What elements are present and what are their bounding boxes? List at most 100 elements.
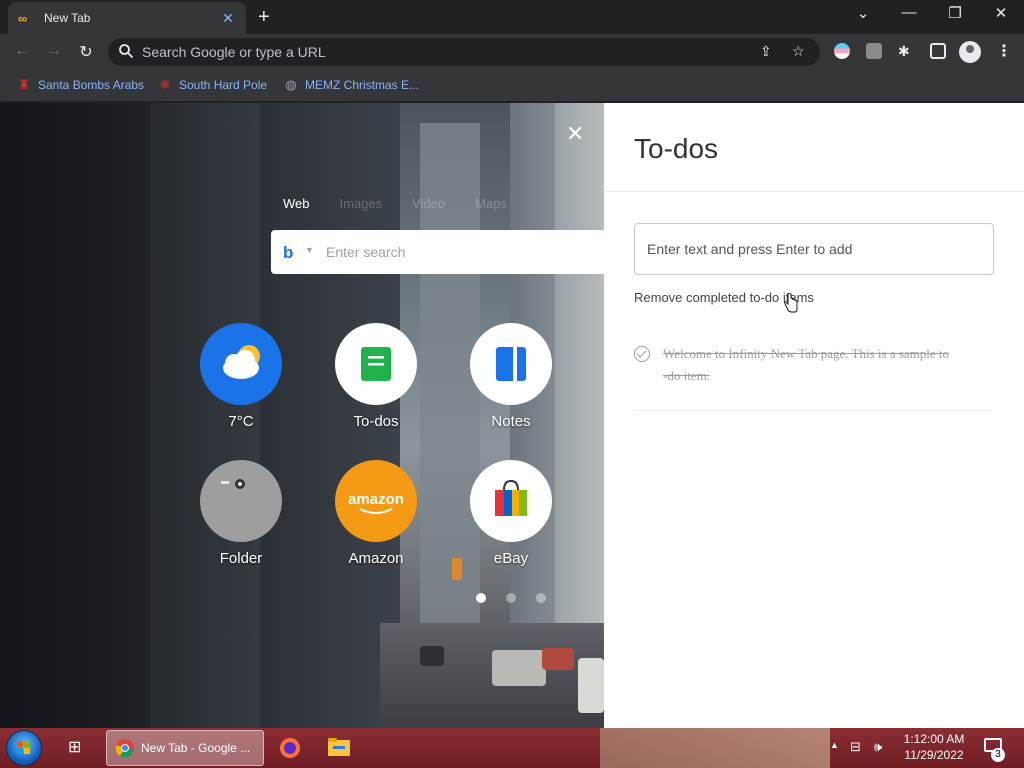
amazon-icon: amazon — [335, 460, 417, 542]
chrome-icon — [115, 739, 134, 758]
task-view-icon[interactable]: ⊞ — [68, 737, 81, 757]
new-tab-page: ✕ Web Images Video Maps b ▼ 7°C — [0, 103, 604, 728]
folder-icon — [200, 460, 282, 542]
file-explorer-icon[interactable] — [328, 738, 350, 756]
share-icon[interactable]: ⇪ — [760, 43, 772, 60]
ebay-bag-icon — [470, 460, 552, 542]
app-todos[interactable]: To-dos — [335, 323, 417, 430]
app-weather[interactable]: 7°C — [200, 323, 282, 430]
amazon-logo-text: amazon — [348, 491, 404, 508]
s-extension-icon[interactable] — [866, 43, 882, 59]
santa-icon: ♜ — [18, 77, 30, 92]
traffic-light — [452, 558, 462, 580]
windows-logo-icon — [17, 741, 30, 754]
notes-icon — [470, 323, 552, 405]
checkbox-checked-icon[interactable] — [634, 346, 650, 362]
todo-item-text: Welcome to Infinity New Tab page. This i… — [663, 346, 950, 383]
minimize-button[interactable]: — — [897, 4, 921, 21]
bookmark-label: Santa Bombs Arabs — [38, 78, 145, 92]
notes-label: Notes — [491, 413, 531, 430]
hand-cursor-icon — [784, 293, 798, 313]
page-dot-active[interactable] — [476, 593, 486, 603]
taskbar-window-label: New Tab - Google ... — [141, 741, 251, 755]
reload-button[interactable]: ↻ — [76, 42, 96, 62]
profile-avatar-icon[interactable] — [959, 41, 981, 63]
network-icon[interactable]: ⊟ — [850, 739, 861, 755]
volume-icon[interactable]: 🕪 — [874, 739, 882, 755]
flag-extension-icon[interactable] — [834, 43, 850, 59]
app-folder[interactable]: Folder — [200, 460, 282, 567]
search-type-tabs: Web Images Video Maps — [283, 196, 537, 211]
background-car — [578, 658, 604, 713]
restore-button[interactable]: ❐ — [943, 4, 967, 22]
bookmark-label: South Hard Pole — [179, 78, 268, 92]
bing-icon[interactable]: b — [283, 243, 293, 263]
close-tab-icon[interactable]: ✕ — [220, 10, 236, 27]
taskbar: ⊞ New Tab - Google ... ▲ ⊟ 🕪 1:12:00 AM … — [0, 728, 1024, 768]
todo-input[interactable] — [634, 223, 994, 275]
tab-search-icon[interactable]: ⌄ — [851, 4, 875, 22]
weather-label: 7°C — [228, 413, 254, 430]
close-window-button[interactable]: ✕ — [989, 4, 1013, 22]
close-icon[interactable]: ✕ — [566, 121, 584, 147]
extensions-puzzle-icon[interactable]: ✱ — [898, 43, 910, 60]
system-clock[interactable]: 1:12:00 AM 11/29/2022 — [898, 731, 970, 763]
search-bar: b ▼ — [271, 230, 604, 274]
side-panel-icon[interactable] — [930, 43, 946, 59]
todos-title: To-dos — [634, 133, 719, 164]
tab-new-tab[interactable]: ∞ New Tab ✕ — [8, 2, 246, 34]
tab-video[interactable]: Video — [412, 196, 445, 211]
divider — [604, 191, 1024, 192]
search-icon — [119, 44, 134, 59]
divider — [634, 410, 992, 411]
bookmark-star-icon[interactable]: ☆ — [792, 43, 805, 60]
firefox-icon[interactable] — [279, 737, 301, 759]
amazon-label: Amazon — [348, 550, 404, 567]
search-input[interactable] — [326, 240, 586, 264]
tab-maps[interactable]: Maps — [475, 196, 507, 211]
clock-date: 11/29/2022 — [904, 748, 964, 762]
background-building — [0, 103, 150, 728]
background-car — [492, 650, 546, 686]
bookmark-south-hard-pole[interactable]: ❄ South Hard Pole — [157, 77, 268, 93]
browser-toolbar: ← → ↻ Search Google or type a URL ⇪ ☆ ✱ … — [0, 34, 1024, 70]
taskbar-chrome-window[interactable]: New Tab - Google ... — [106, 730, 264, 766]
todo-icon — [335, 323, 417, 405]
bookmark-label: MEMZ Christmas E... — [305, 78, 420, 92]
new-tab-button[interactable]: + — [258, 6, 270, 28]
tab-web[interactable]: Web — [283, 196, 310, 211]
notification-badge: 3 — [991, 748, 1005, 762]
tab-strip: ∞ New Tab ✕ + ⌄ — ❐ ✕ — [0, 0, 1024, 34]
background-car — [420, 646, 444, 666]
omnibox-placeholder: Search Google or type a URL — [142, 44, 326, 60]
back-button[interactable]: ← — [12, 42, 32, 60]
todos-panel: To-dos Remove completed to-do items Welc… — [604, 103, 1024, 728]
forward-button[interactable]: → — [44, 42, 64, 60]
page-dot[interactable] — [536, 593, 546, 603]
bookmark-santa-bombs-arabs[interactable]: ♜ Santa Bombs Arabs — [16, 77, 144, 93]
infinity-icon: ∞ — [18, 10, 28, 26]
clock-time: 1:12:00 AM — [903, 732, 965, 746]
snowflake-icon: ❄ — [159, 77, 171, 92]
taskbar-wallpaper — [600, 728, 830, 768]
tab-title: New Tab — [44, 11, 91, 25]
todos-label: To-dos — [353, 413, 399, 430]
tray-expand-icon[interactable]: ▲ — [830, 740, 839, 750]
chevron-down-icon[interactable]: ▼ — [305, 245, 314, 255]
page-dot[interactable] — [506, 593, 516, 603]
background-car — [542, 648, 574, 670]
app-amazon[interactable]: amazon Amazon — [335, 460, 417, 567]
globe-icon: ◍ — [285, 77, 297, 92]
page-indicator — [476, 593, 566, 603]
weather-icon — [200, 323, 282, 405]
omnibox[interactable]: Search Google or type a URL ⇪ ☆ — [108, 38, 820, 66]
start-button[interactable] — [6, 730, 42, 766]
bookmark-memz-christmas[interactable]: ◍ MEMZ Christmas E... — [283, 77, 419, 93]
app-ebay[interactable]: eBay — [470, 460, 552, 567]
app-notes[interactable]: Notes — [470, 323, 552, 430]
menu-dots-icon[interactable]: ⋮ — [996, 41, 1012, 61]
tab-images[interactable]: Images — [340, 196, 383, 211]
ebay-label: eBay — [493, 550, 529, 567]
bookmarks-bar: ♜ Santa Bombs Arabs ❄ South Hard Pole ◍ … — [0, 70, 1024, 102]
folder-label: Folder — [219, 550, 263, 567]
